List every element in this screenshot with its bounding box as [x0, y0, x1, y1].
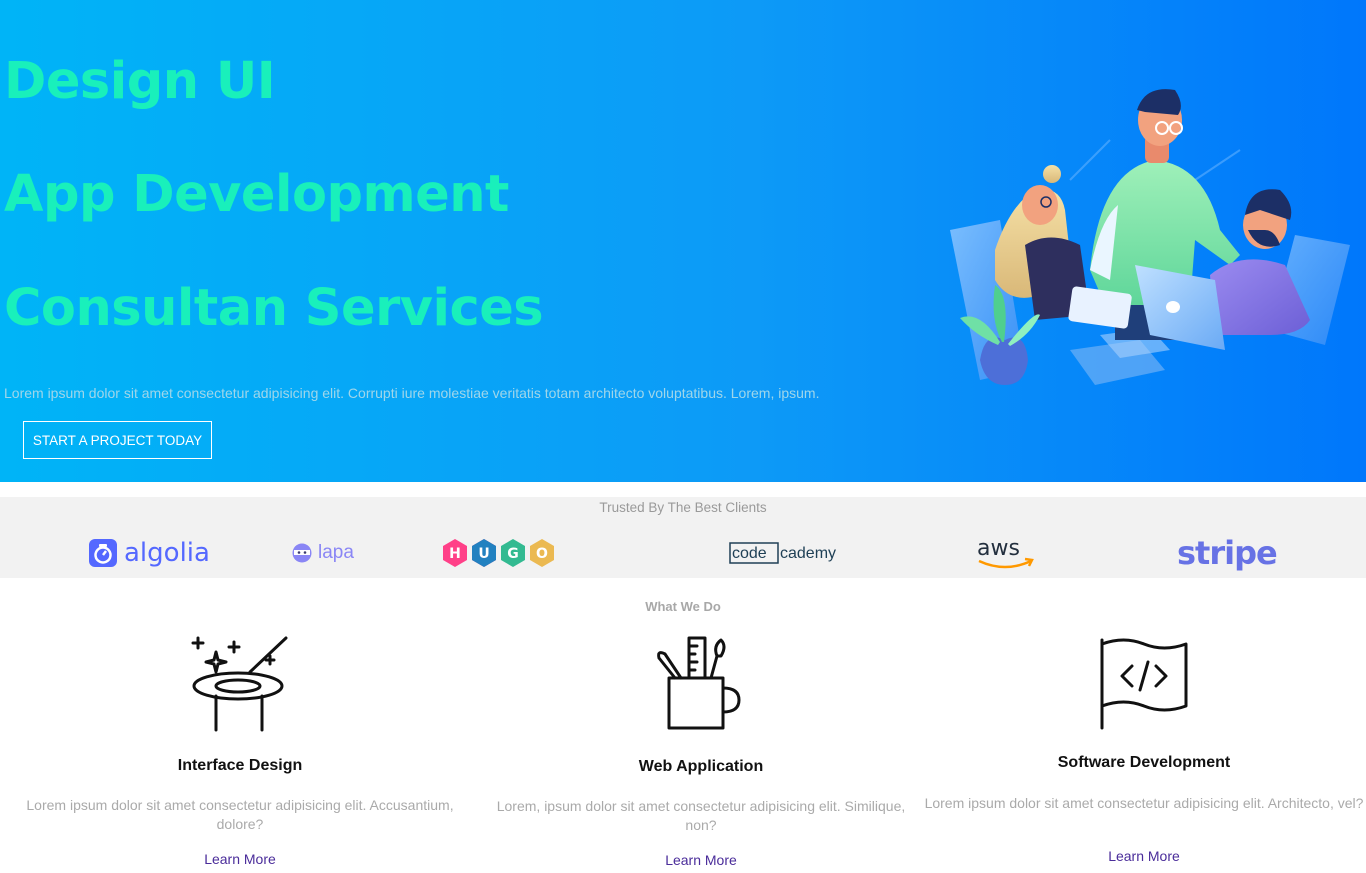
svg-text:code: code — [732, 545, 767, 562]
team-meeting-illustration — [950, 89, 1350, 385]
stripe-logo: stripe — [1177, 533, 1278, 573]
hugo-letter-o: O — [536, 546, 548, 562]
hugo-hexagons: H U G O — [443, 539, 554, 567]
service-card-interface-design: Interface Design Lorem ipsum dolor sit a… — [10, 634, 470, 873]
magic-hat-icon — [191, 636, 288, 732]
codecademy-logo: code cademy — [729, 533, 847, 573]
lapa-logo: lapa — [291, 533, 354, 573]
algolia-icon — [89, 539, 117, 567]
hero-headline-design-ui: Design UI — [4, 52, 276, 111]
stripe-wordmark: stripe — [1177, 534, 1278, 572]
start-project-button[interactable]: START A PROJECT TODAY — [23, 421, 212, 459]
learn-more-link[interactable]: Learn More — [10, 851, 470, 867]
algolia-logo: algolia — [88, 533, 210, 573]
service-description: Lorem ipsum dolor sit amet consectetur a… — [924, 795, 1364, 811]
ninja-icon — [292, 543, 312, 563]
hugo-logo: H U G O — [441, 533, 559, 573]
service-description: Lorem ipsum dolor sit amet consectetur a… — [26, 797, 454, 832]
learn-more-link[interactable]: Learn More — [924, 848, 1364, 864]
service-description: Lorem, ipsum dolor sit amet consectetur … — [496, 798, 906, 833]
hugo-letter-h: H — [449, 546, 461, 562]
hugo-letter-u: U — [478, 546, 489, 562]
service-title: Web Application — [638, 758, 764, 775]
hugo-letter-g: G — [507, 546, 519, 562]
hero-section: Design UI App Development Consultan Serv… — [0, 0, 1366, 482]
code-flag-icon — [1100, 638, 1188, 730]
hero-headline-consultan-services: Consultan Services — [4, 279, 544, 338]
codecademy-wordmark: code cademy — [729, 542, 836, 564]
service-title: Software Development — [1057, 754, 1231, 771]
aws-logo: aws — [975, 533, 1035, 573]
learn-more-link[interactable]: Learn More — [480, 852, 922, 868]
trusted-title: Trusted By The Best Clients — [599, 500, 767, 515]
service-card-software-development: Software Development Lorem ipsum dolor s… — [924, 634, 1364, 873]
hero-description: Lorem ipsum dolor sit amet consectetur a… — [4, 385, 820, 401]
service-card-web-application: Web Application Lorem, ipsum dolor sit a… — [480, 634, 922, 873]
what-we-do-title: What We Do — [645, 599, 721, 614]
algolia-wordmark: algolia — [124, 538, 210, 568]
svg-text:cademy: cademy — [780, 545, 836, 562]
aws-wordmark: aws — [977, 536, 1034, 569]
service-title: Interface Design — [177, 757, 303, 774]
pencil-cup-icon — [657, 636, 741, 730]
trusted-clients-section: Trusted By The Best Clients algolia lapa… — [0, 497, 1366, 578]
lapa-wordmark: lapa — [318, 542, 354, 563]
hero-headline-app-development: App Development — [4, 165, 509, 224]
svg-text:aws: aws — [977, 536, 1020, 561]
